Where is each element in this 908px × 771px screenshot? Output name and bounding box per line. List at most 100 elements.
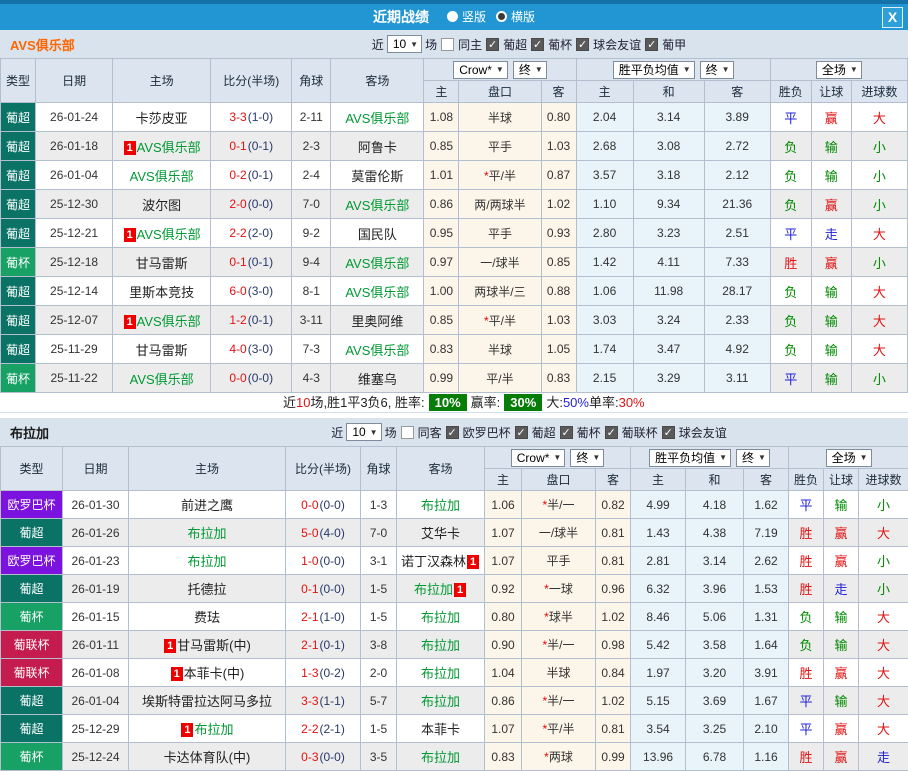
red-card-badge: 1 xyxy=(454,583,466,597)
avg-home-odds: 1.10 xyxy=(576,190,633,219)
filter-checkbox[interactable]: ✓ xyxy=(515,426,528,439)
fulltime-score: 0-1 xyxy=(229,255,246,269)
matches-count-select[interactable]: 10▼ xyxy=(346,423,381,441)
avg-final-select[interactable]: 终▼ xyxy=(736,449,770,467)
red-card-badge: 1 xyxy=(171,667,183,681)
filter-checkbox[interactable]: ✓ xyxy=(531,38,544,51)
result-outcome: 平 xyxy=(770,364,811,393)
handicap-cell: 平手 xyxy=(522,547,596,575)
red-card-badge: 1 xyxy=(467,555,479,569)
fulltime-score: 2-2 xyxy=(229,226,246,240)
team-label: 费珐 xyxy=(194,610,220,625)
select-value: 10 xyxy=(352,425,365,439)
team-label: AVS俱乐部 xyxy=(130,372,194,387)
handicap-cell: 两球半/三 xyxy=(459,277,541,306)
avg-odds-select[interactable]: 胜平负均值▼ xyxy=(613,61,695,79)
filter-checkbox[interactable]: ✓ xyxy=(662,426,675,439)
filter-checkbox[interactable] xyxy=(401,426,414,439)
fulltime-score: 5-0 xyxy=(301,526,318,540)
avg-draw-odds: 3.58 xyxy=(686,631,744,659)
dropdown-arrow-icon: ▼ xyxy=(553,453,561,462)
dropdown-arrow-icon: ▼ xyxy=(719,453,727,462)
odds-final-select[interactable]: 终▼ xyxy=(570,449,604,467)
league-badge: 葡联杯 xyxy=(1,631,63,659)
filter-controls: 近10▼场同主✓葡超✓葡杯✓球会友谊✓葡甲 xyxy=(160,35,898,53)
match-row: 葡超26-01-181AVS俱乐部0-1(0-1)2-3阿鲁卡0.85平手1.0… xyxy=(1,132,908,161)
team-label: 里斯本竞技 xyxy=(129,285,194,300)
team-label: 卡达体育队(中) xyxy=(164,750,251,765)
fulltime-score: 0-0 xyxy=(301,498,318,512)
home-odds: 1.01 xyxy=(424,161,459,190)
away-team-cell: 艾华卡 xyxy=(397,519,485,547)
avg-away-odds: 3.91 xyxy=(744,659,789,687)
section-header-bar: AVS俱乐部近10▼场同主✓葡超✓葡杯✓球会友谊✓葡甲 xyxy=(0,30,908,58)
result-outcome: 负 xyxy=(770,190,811,219)
result-goals: 小 xyxy=(859,491,908,519)
odds-company-select[interactable]: Crow*▼ xyxy=(511,449,566,467)
team-label: 布拉加 xyxy=(187,554,226,569)
horizontal-layout-radio[interactable]: 横版 xyxy=(496,8,535,25)
avg-final-select[interactable]: 终▼ xyxy=(700,61,734,79)
fulltime-score: 3-3 xyxy=(301,694,318,708)
halftime-score: (2-1) xyxy=(320,722,345,736)
close-button[interactable]: X xyxy=(882,7,903,28)
filter-checkbox[interactable]: ✓ xyxy=(605,426,618,439)
avg-odds-select[interactable]: 胜平负均值▼ xyxy=(649,449,731,467)
avg-away-odds: 2.12 xyxy=(704,161,770,190)
avg-draw-odds: 4.38 xyxy=(686,519,744,547)
column-subheader: 进球数 xyxy=(851,81,907,103)
vertical-layout-radio[interactable]: 竖版 xyxy=(447,8,486,25)
column-header: 客场 xyxy=(331,59,424,103)
odds-final-select[interactable]: 终▼ xyxy=(513,61,547,79)
filter-checkbox[interactable]: ✓ xyxy=(446,426,459,439)
result-goals: 大 xyxy=(859,519,908,547)
filter-checkbox[interactable]: ✓ xyxy=(576,38,589,51)
handicap-cell: *一球 xyxy=(522,575,596,603)
home-odds: 0.86 xyxy=(424,190,459,219)
matches-count-select[interactable]: 10▼ xyxy=(387,35,422,53)
avg-home-odds: 3.54 xyxy=(631,715,686,743)
home-team-cell: 布拉加 xyxy=(129,519,286,547)
halftime-score: (4-0) xyxy=(320,526,345,540)
halftime-score: (0-0) xyxy=(248,197,273,211)
team-label: 布拉加 xyxy=(414,582,453,597)
halftime-score: (0-1) xyxy=(248,139,273,153)
home-team-cell: 里斯本竞技 xyxy=(113,277,211,306)
scope-header-cell: 全场▼ xyxy=(789,447,908,469)
result-handicap: 赢 xyxy=(824,715,859,743)
score-cell: 0-2(0-1) xyxy=(211,161,292,190)
scope-header-cell: 全场▼ xyxy=(770,59,907,81)
column-subheader: 胜负 xyxy=(770,81,811,103)
filter-checkbox[interactable]: ✓ xyxy=(645,38,658,51)
score-cell: 0-0(0-0) xyxy=(286,491,361,519)
team-section: AVS俱乐部近10▼场同主✓葡超✓葡杯✓球会友谊✓葡甲类型日期主场比分(半场)角… xyxy=(0,30,908,413)
corner-count: 2-0 xyxy=(361,659,397,687)
odds-company-select[interactable]: Crow*▼ xyxy=(453,61,508,79)
result-handicap: 输 xyxy=(811,306,851,335)
away-team-cell: 诺丁汉森林1 xyxy=(397,547,485,575)
league-badge: 葡超 xyxy=(1,335,36,364)
window-title: 近期战绩 xyxy=(373,7,429,27)
scope-select[interactable]: 全场▼ xyxy=(826,449,872,467)
fulltime-score: 2-2 xyxy=(301,722,318,736)
filter-checkbox[interactable]: ✓ xyxy=(486,38,499,51)
result-goals: 大 xyxy=(859,603,908,631)
filter-checkbox[interactable] xyxy=(441,38,454,51)
fulltime-score: 2-1 xyxy=(301,638,318,652)
corner-count: 8-1 xyxy=(292,277,331,306)
select-value: 终 xyxy=(519,61,531,78)
handicap-cell: 两/两球半 xyxy=(459,190,541,219)
avg-away-odds: 1.16 xyxy=(744,743,789,771)
result-outcome: 平 xyxy=(789,687,824,715)
team-label: 布拉加 xyxy=(421,638,460,653)
scope-select[interactable]: 全场▼ xyxy=(816,61,862,79)
fulltime-score: 3-3 xyxy=(229,110,246,124)
filter-checkbox[interactable]: ✓ xyxy=(560,426,573,439)
avg-draw-odds: 11.98 xyxy=(633,277,704,306)
result-handicap: 赢 xyxy=(811,248,851,277)
handicap-label: 一球 xyxy=(549,582,573,596)
fulltime-score: 0-3 xyxy=(301,750,318,764)
column-subheader: 主 xyxy=(424,81,459,103)
score-cell: 0-3(0-0) xyxy=(286,743,361,771)
result-goals: 小 xyxy=(859,547,908,575)
